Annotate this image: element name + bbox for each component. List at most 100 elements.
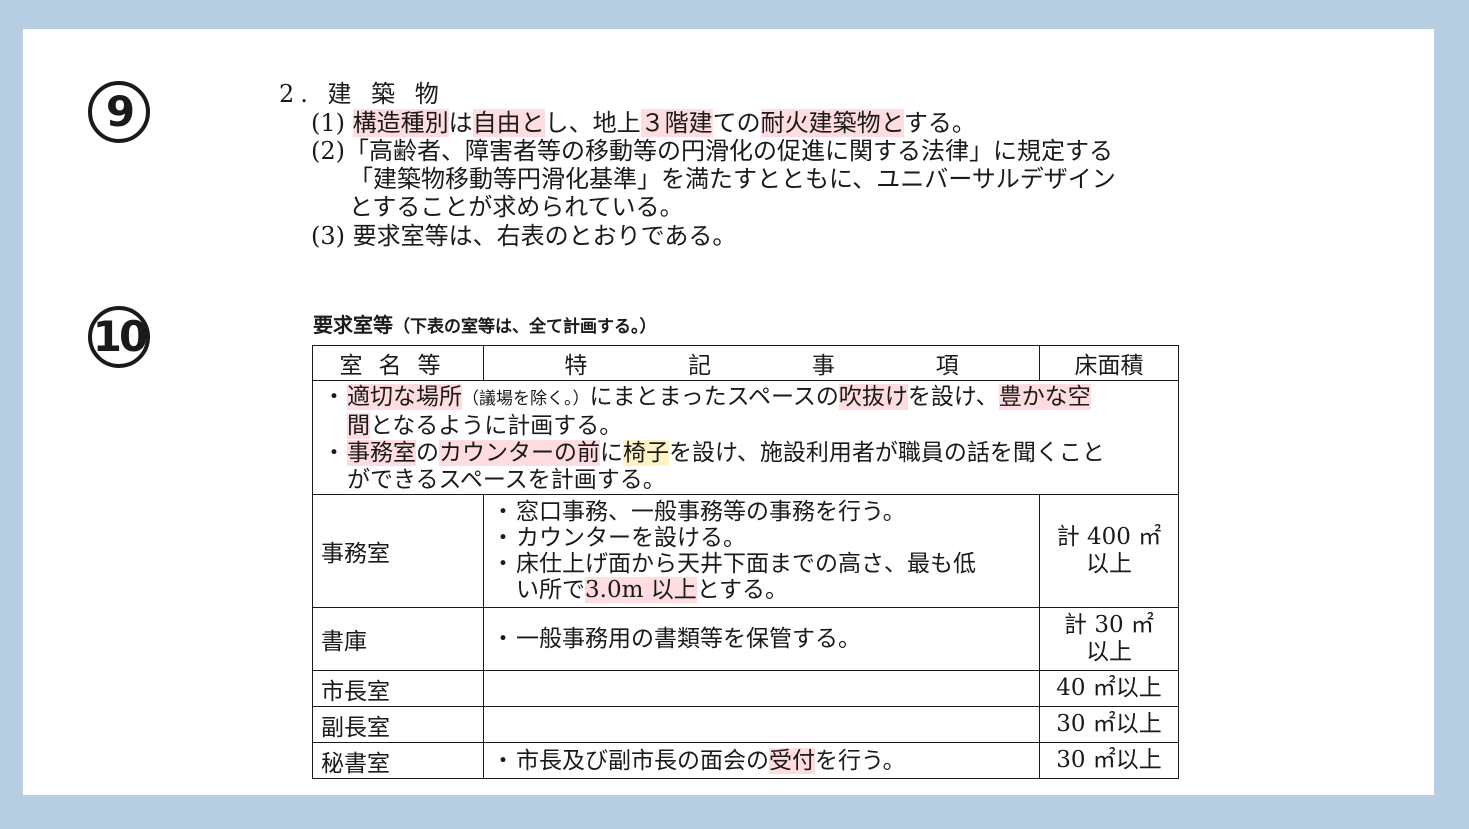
room-notes: ・窓口事務、一般事務等の事務を行う。 ・カウンターを設ける。 ・床仕上げ面から天… bbox=[483, 494, 1040, 608]
text: とする。 bbox=[696, 577, 789, 603]
bullet-icon: ・ bbox=[491, 551, 515, 577]
section-title: 2. 建 築 物 bbox=[279, 80, 445, 108]
room-name: 秘書室 bbox=[312, 742, 484, 779]
list-item: ・ 適切な場所（議場を除く。）にまとまったスペースの吹抜けを設け、豊かな空間とな… bbox=[321, 384, 1170, 440]
requirements-table: 室名等 特 記 事 項 床面積 ・ 適切な場所（議場を除く。）にまとまったスペー… bbox=[312, 345, 1179, 779]
table-header-row: 室名等 特 記 事 項 床面積 bbox=[312, 345, 1179, 381]
bullet-icon: ・ bbox=[322, 384, 346, 410]
item-2-line-3: とすることが求められている。 bbox=[349, 193, 684, 221]
table-row: 書庫 ・一般事務用の書類等を保管する。 計 30 ㎡以上 bbox=[312, 607, 1179, 671]
item-number: (3) bbox=[311, 222, 345, 250]
highlight: 自由と bbox=[472, 109, 545, 137]
room-notes bbox=[483, 706, 1040, 743]
item-number: (1) bbox=[311, 109, 345, 137]
header-notes: 特 記 事 項 bbox=[483, 345, 1040, 381]
bullet-icon: ・ bbox=[322, 440, 346, 466]
table-title-main: 要求室等 bbox=[313, 313, 393, 337]
text: 適切な場所（議場を除く。）にまとまったスペースの吹抜けを設け、豊かな空間となるよ… bbox=[347, 384, 1091, 440]
header-char: 特 bbox=[564, 353, 588, 379]
list-item: ・床仕上げ面から天井下面までの高さ、最も低 い所で3.0m 以上とする。 bbox=[490, 551, 1033, 603]
text: カウンターを設ける。 bbox=[516, 525, 746, 551]
room-area: 計 400 ㎡以上 bbox=[1039, 494, 1179, 608]
room-notes: ・一般事務用の書類等を保管する。 bbox=[483, 607, 1040, 671]
common-notes-cell: ・ 適切な場所（議場を除く。）にまとまったスペースの吹抜けを設け、豊かな空間とな… bbox=[312, 380, 1179, 495]
room-name: 書庫 bbox=[312, 607, 484, 671]
highlight: 吹抜け bbox=[838, 384, 908, 410]
bullet-icon: ・ bbox=[491, 747, 515, 774]
text: する。 bbox=[903, 109, 976, 137]
highlight: ３階建 bbox=[640, 109, 713, 137]
table-row: 秘書室 ・市長及び副市長の面会の受付を行う。 30 ㎡以上 bbox=[312, 742, 1179, 779]
marker-10: 10 bbox=[88, 306, 150, 368]
table-title-note: （下表の室等は、全て計画する。） bbox=[393, 317, 657, 337]
text: ができるスペースを計画する。 bbox=[347, 467, 666, 493]
room-area: 30 ㎡以上 bbox=[1039, 706, 1179, 743]
table-row: 市長室 40 ㎡以上 bbox=[312, 670, 1179, 707]
text: 窓口事務、一般事務等の事務を行う。 bbox=[516, 499, 906, 525]
highlight: カウンターの前 bbox=[439, 440, 600, 466]
table-row: 事務室 ・窓口事務、一般事務等の事務を行う。 ・カウンターを設ける。 ・床仕上げ… bbox=[312, 494, 1179, 608]
room-notes: ・市長及び副市長の面会の受付を行う。 bbox=[483, 742, 1040, 779]
item-2: (2)「高齢者、障害者等の移動等の円滑化の促進に関する法律」に規定する bbox=[311, 137, 1113, 165]
header-floor-area: 床面積 bbox=[1039, 345, 1179, 381]
room-name: 市長室 bbox=[312, 670, 484, 707]
text: 事務室のカウンターの前に椅子を設け、施設利用者が職員の話を聞くこと ができるスペー… bbox=[347, 440, 1105, 494]
item-2-line-2: 「建築物移動等円滑化基準」を満たすとともに、ユニバーサルデザイン bbox=[349, 165, 1116, 193]
list-item: ・窓口事務、一般事務等の事務を行う。 bbox=[490, 499, 1033, 525]
header-char: 項 bbox=[935, 353, 959, 379]
bullet-icon: ・ bbox=[491, 499, 515, 525]
area-suffix: 以上 bbox=[1086, 639, 1132, 665]
text: し、地上 bbox=[544, 109, 641, 137]
text: を行う。 bbox=[815, 747, 906, 774]
highlight: 豊かな空 bbox=[998, 384, 1091, 410]
bullet-icon: ・ bbox=[491, 525, 515, 551]
highlight: 受付 bbox=[769, 747, 815, 774]
area-value: 計 400 ㎡ bbox=[1056, 524, 1162, 550]
room-name: 事務室 bbox=[312, 494, 484, 608]
room-notes bbox=[483, 670, 1040, 707]
list-item: ・カウンターを設ける。 bbox=[490, 525, 1033, 551]
bullet-icon: ・ bbox=[491, 626, 515, 652]
highlight: 椅子 bbox=[623, 440, 669, 466]
room-area: 40 ㎡以上 bbox=[1039, 670, 1179, 707]
table-title: 要求室等（下表の室等は、全て計画する。） bbox=[313, 312, 657, 340]
room-area: 計 30 ㎡以上 bbox=[1039, 607, 1179, 671]
text: 市長及び副市長の面会の bbox=[516, 747, 769, 774]
highlight: 耐火建築物と bbox=[760, 109, 904, 137]
item-3: (3) 要求室等は、右表のとおりである。 bbox=[311, 222, 736, 250]
header-char: 事 bbox=[811, 353, 835, 379]
text: （議場を除く。） bbox=[462, 389, 590, 409]
text: い所で bbox=[516, 577, 585, 603]
highlight: 間 bbox=[347, 413, 370, 439]
room-name: 副長室 bbox=[312, 706, 484, 743]
text: となるように計画する。 bbox=[370, 413, 623, 439]
text: 一般事務用の書類等を保管する。 bbox=[516, 626, 861, 652]
item-number: (2) bbox=[311, 137, 345, 165]
header-room-name: 室名等 bbox=[312, 345, 484, 381]
item-1: (1) 構造種別は自由とし、地上３階建ての耐火建築物とする。 bbox=[311, 109, 976, 137]
list-item: ・市長及び副市長の面会の受付を行う。 bbox=[490, 747, 1033, 774]
marker-9: 9 bbox=[88, 81, 150, 143]
text: 「高齢者、障害者等の移動等の円滑化の促進に関する法律」に規定する bbox=[345, 137, 1113, 165]
list-item: ・一般事務用の書類等を保管する。 bbox=[490, 626, 1033, 652]
text: 床仕上げ面から天井下面までの高さ、最も低 bbox=[516, 551, 976, 577]
highlight: 適切な場所 bbox=[347, 384, 462, 410]
highlight: 事務室 bbox=[347, 440, 416, 466]
text: 市長及び副市長の面会の受付を行う。 bbox=[516, 747, 906, 774]
text: 要求室等は、右表のとおりである。 bbox=[352, 222, 737, 250]
area-value: 計 30 ㎡ bbox=[1064, 612, 1154, 638]
table-row: 副長室 30 ㎡以上 bbox=[312, 706, 1179, 743]
table-row-common: ・ 適切な場所（議場を除く。）にまとまったスペースの吹抜けを設け、豊かな空間とな… bbox=[312, 380, 1179, 495]
list-item: ・ 事務室のカウンターの前に椅子を設け、施設利用者が職員の話を聞くこと ができるス… bbox=[321, 440, 1170, 494]
text: を設け、 bbox=[907, 384, 999, 410]
text: に bbox=[600, 440, 623, 466]
text: にまとまったスペースの bbox=[589, 384, 839, 410]
text: 床仕上げ面から天井下面までの高さ、最も低 い所で3.0m 以上とする。 bbox=[516, 551, 976, 603]
room-area: 30 ㎡以上 bbox=[1039, 742, 1179, 779]
text: の bbox=[416, 440, 439, 466]
header-char: 記 bbox=[688, 353, 712, 379]
highlight: 3.0m 以上 bbox=[585, 577, 697, 603]
text: を設け、施設利用者が職員の話を聞くこと bbox=[669, 440, 1105, 466]
text: ての bbox=[712, 109, 761, 137]
highlight: 構造種別 bbox=[352, 109, 449, 137]
